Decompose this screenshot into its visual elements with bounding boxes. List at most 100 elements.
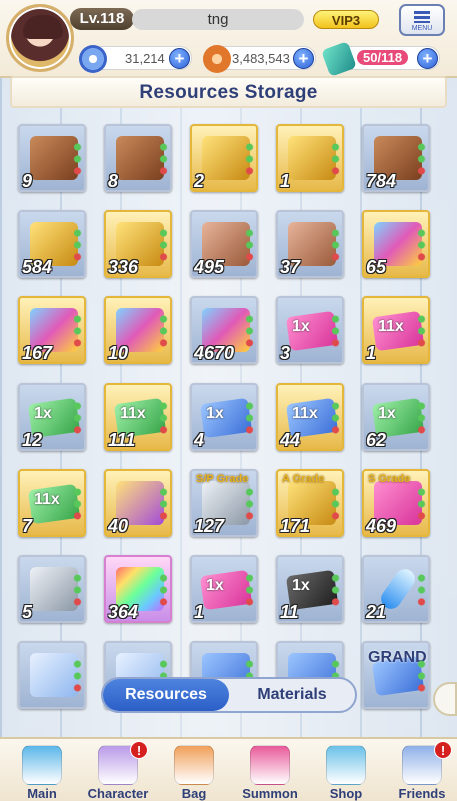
item-tile[interactable]: 495 [190,210,258,278]
stamina-icon [321,41,357,77]
item-tile[interactable]: 1x 12 [18,383,86,451]
item-tile[interactable]: 10 [104,296,172,364]
bronze-chest-ii-icon [116,136,164,180]
item-tile[interactable]: 1 [276,124,344,192]
avatar-hair [23,15,63,39]
item-quantity: 364 [108,602,139,622]
heart-indicators [73,573,82,607]
item-quantity: 11 [280,602,299,622]
item-quantity: 336 [108,257,139,277]
heart-indicators [245,487,254,521]
item-quantity: 12 [22,430,43,450]
title-bar: Resources Storage [10,76,447,108]
heart-indicators [73,314,82,348]
grade-label: A Grade [282,473,325,485]
ticket-label: 11x [378,318,404,335]
item-quantity: 65 [366,257,387,277]
phone-summon-icon [250,745,290,785]
item-tile[interactable]: S Grade 469 [362,469,430,537]
item-quantity: 1 [280,171,291,191]
heart-indicators [159,142,168,176]
add-coin-button[interactable]: + [293,48,314,69]
heart-indicators [73,659,82,693]
heart-indicators [331,228,340,262]
heart-indicators [73,142,82,176]
item-tile[interactable]: 4670 [190,296,258,364]
item-quantity: 7 [22,516,33,536]
capsule-icon [30,653,78,697]
ticket-label: 11x [34,491,60,508]
heart-indicators [245,401,254,435]
item-quantity: 10 [108,343,129,363]
heart-indicators [159,573,168,607]
menu-button[interactable]: MENU [399,4,445,36]
tab-resources[interactable]: Resources [103,679,229,711]
item-quantity: 40 [108,516,129,536]
item-quantity: 584 [22,257,53,277]
avatar[interactable] [6,4,74,72]
item-quantity: 4670 [194,343,235,363]
storage-tabs: Resources Materials [101,677,357,713]
nav-summon[interactable]: Summon [228,739,308,801]
item-tile[interactable]: 1x 62 [362,383,430,451]
level-badge: Lv.118 [70,8,134,30]
nav-character[interactable]: Character! [76,739,156,801]
item-tile[interactable]: 2 [190,124,258,192]
nav-label: Friends [398,786,446,801]
item-tile[interactable]: 364 [104,555,172,623]
nav-bag[interactable]: Bag [152,739,232,801]
nav-label: Summon [242,786,298,801]
item-tile[interactable]: 9 [18,124,86,192]
ticket-label: 1x [34,405,52,422]
coin-currency: 3,483,543 + [203,45,316,73]
vip-badge[interactable]: VIP3 [313,10,379,29]
ticket-label: 1x [206,405,224,422]
item-tile[interactable]: GRAND [362,641,430,709]
nav-friends[interactable]: Friends! [380,739,457,801]
item-tile[interactable]: 11x 111 [104,383,172,451]
item-tile[interactable]: 167 [18,296,86,364]
item-tile[interactable]: 37 [276,210,344,278]
item-quantity: 3 [280,343,291,363]
nav-main[interactable]: Main [0,739,80,801]
add-stamina-button[interactable]: + [417,48,438,69]
item-tile[interactable]: 1x 3 [276,296,344,364]
item-tile[interactable]: A Grade 171 [276,469,344,537]
item-tile[interactable]: 1x 1 [190,555,258,623]
heart-indicators [159,228,168,262]
item-tile[interactable]: 336 [104,210,172,278]
nav-shop[interactable]: Shop [304,739,384,801]
item-tile[interactable]: 1x 11 [276,555,344,623]
item-tile[interactable]: 40 [104,469,172,537]
item-tile[interactable]: 8 [104,124,172,192]
nav-label: Shop [329,786,363,801]
heart-indicators [417,314,426,348]
heart-indicators [159,487,168,521]
item-tile[interactable]: 584 [18,210,86,278]
item-quantity: 8 [108,171,119,191]
item-tile[interactable]: 1x 4 [190,383,258,451]
item-quantity: 127 [194,516,225,536]
stamina-meter: 50/118 + [321,41,440,77]
item-tile[interactable]: 784 [362,124,430,192]
item-quantity: 784 [366,171,397,191]
coin-icon [203,45,231,73]
add-gem-button[interactable]: + [169,48,190,69]
item-tile[interactable] [18,641,86,709]
tab-materials[interactable]: Materials [229,679,355,711]
item-tile[interactable]: 5 [18,555,86,623]
grade-label: S/P Grade [196,473,249,485]
item-tile[interactable]: 65 [362,210,430,278]
heart-indicators [73,401,82,435]
item-tile[interactable]: 11x 44 [276,383,344,451]
silver-box-icon [30,567,78,611]
heart-indicators [73,487,82,521]
heart-indicators [245,228,254,262]
item-tile[interactable]: 11x 7 [18,469,86,537]
item-tile[interactable]: 21 [362,555,430,623]
ticket-label: 1x [206,577,224,594]
item-tile[interactable]: 11x 1 [362,296,430,364]
top-header: Lv.118 tng VIP3 MENU 31,214 + 3,483,543 … [0,0,457,78]
item-quantity: 167 [22,343,53,363]
item-tile[interactable]: S/P Grade 127 [190,469,258,537]
